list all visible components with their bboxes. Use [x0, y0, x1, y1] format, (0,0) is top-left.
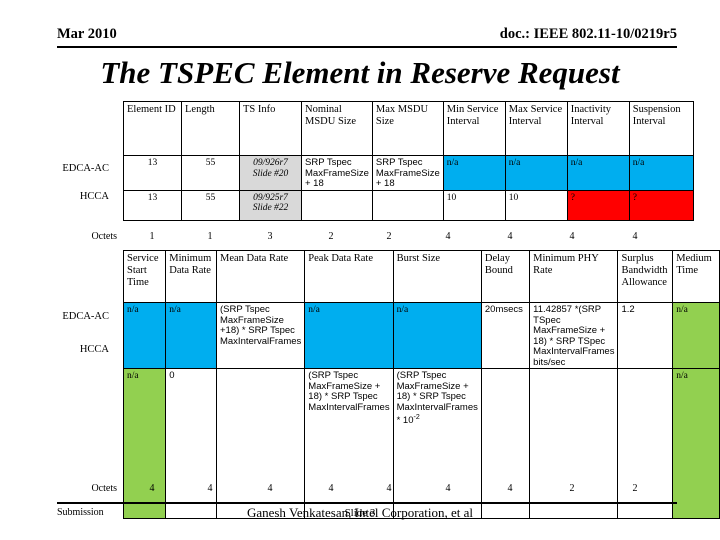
table-header-row: Service Start Time Minimum Data Rate Mean … — [122, 250, 720, 303]
octets-value: 1 — [207, 231, 213, 242]
octets-label: Octets — [91, 483, 117, 494]
table-row: 13 55 09/926r7 Slide #20 SRP Tspec MaxFrame… — [123, 155, 694, 191]
octets-value: 4 — [632, 231, 638, 242]
octets-value: 4 — [569, 231, 575, 242]
octets-label: Octets — [91, 231, 117, 242]
table-cell: 0 — [165, 368, 217, 519]
header-doc-id: doc.: IEEE 802.11-10/0219r5 — [499, 26, 677, 42]
column-header: Nominal MSDU Size — [301, 101, 373, 156]
table-cell: n/a — [566, 155, 630, 191]
table-header-row: Element ID Length TS Info Nominal MSDU Size… — [123, 101, 694, 156]
footer-author: Ganesh Venkatesan, Intel Corporation, et… — [246, 505, 474, 520]
column-header: Length — [181, 101, 240, 156]
octets-value: 4 — [267, 483, 273, 494]
table-cell — [617, 368, 674, 519]
table-cell — [480, 368, 531, 519]
table-cell: ? — [628, 189, 694, 221]
column-header: Surplus Bandwidth Allowance — [617, 250, 674, 303]
column-header: TS Info — [239, 101, 302, 156]
table-cell: n/a — [304, 302, 394, 369]
column-header: Burst Size — [392, 250, 482, 303]
table-row: n/a n/a (SRP Tspec MaxFrameSize +18) * SRP… — [122, 302, 720, 369]
octets-value: 4 — [149, 483, 155, 494]
table-cell: 10 — [442, 189, 506, 221]
tspec-table-part2-container: Service Start Time Minimum Data Rate Mean … — [122, 250, 720, 519]
column-header: Element ID — [123, 101, 182, 156]
table-cell — [529, 368, 619, 519]
table-cell: 09/925r7 Slide #22 — [239, 189, 302, 221]
row-label-edca-ac-2: EDCA-AC — [62, 311, 109, 322]
tspec-table-part1: Element ID Length TS Info Nominal MSDU Size… — [123, 101, 694, 221]
tspec-table-part1-container: Element ID Length TS Info Nominal MSDU Size… — [123, 101, 694, 221]
octets-value: 4 — [507, 483, 513, 494]
octets-value: 4 — [445, 231, 451, 242]
table-cell: n/a — [392, 302, 482, 369]
table-cell — [215, 368, 306, 519]
table-cell: n/a — [672, 368, 720, 519]
table-cell: ? — [566, 189, 630, 221]
column-header: Mean Data Rate — [215, 250, 306, 303]
table-cell: (SRP Tspec MaxFrameSize +18) * SRP Tspec… — [215, 302, 306, 369]
table-cell: (SRP Tspec MaxFrameSize + 18) * SRP Tspe… — [304, 368, 394, 519]
column-header: Minimum Data Rate — [165, 250, 217, 303]
table-cell: 20msecs — [480, 302, 531, 369]
exponent: -2 — [413, 414, 420, 421]
column-header: Inactivity Interval — [566, 101, 630, 156]
column-header: Min Service Interval — [442, 101, 506, 156]
table-cell: n/a — [165, 302, 217, 369]
table-cell: SRP Tspec MaxFrameSize + 18 — [371, 155, 444, 191]
octets-row-part1: Octets 1 1 3 2 2 4 4 4 4 — [23, 231, 667, 242]
slide: Mar 2010 doc.: IEEE 802.11-10/0219r5 The… — [0, 0, 720, 540]
row-label-edca-ac-1: EDCA-AC — [62, 163, 109, 174]
column-header: Delay Bound — [480, 250, 531, 303]
table-cell: 11.42857 *(SRP TSpec MaxFrameSize + 18) … — [529, 302, 619, 369]
table-cell — [371, 189, 444, 221]
table-cell: n/a — [122, 302, 167, 369]
table-cell: 55 — [181, 189, 240, 221]
table-cell: n/a — [122, 368, 167, 519]
table-row: n/a 0 (SRP Tspec MaxFrameSize + 18) * SRP … — [122, 368, 720, 519]
row-label-hcca-2: HCCA — [79, 344, 109, 355]
octets-value: 4 — [445, 483, 451, 494]
octets-value: 2 — [386, 231, 392, 242]
table-cell: 13 — [123, 155, 182, 191]
table-cell: 10 — [504, 189, 568, 221]
octets-value: 2 — [569, 483, 575, 494]
octets-row-part2: Octets 4 4 4 4 4 4 4 2 2 — [23, 483, 667, 494]
column-header: Max MSDU Size — [371, 101, 444, 156]
header-divider — [57, 46, 677, 48]
octets-value: 4 — [507, 231, 513, 242]
column-header: Peak Data Rate — [304, 250, 394, 303]
table-cell: 09/926r7 Slide #20 — [239, 155, 302, 191]
column-header: Medium Time — [672, 250, 720, 303]
page-title: The TSPEC Element in Reserve Request — [100, 55, 620, 90]
octets-value: 4 — [386, 483, 392, 494]
table-cell: n/a — [628, 155, 694, 191]
table-row: 13 55 09/925r7 Slide #22 10 10?? — [123, 189, 694, 221]
table-cell: 1.2 — [617, 302, 674, 369]
tspec-table-part2: Service Start Time Minimum Data Rate Mean … — [122, 250, 720, 519]
header-date: Mar 2010 — [57, 26, 117, 42]
slide-header: Mar 2010 doc.: IEEE 802.11-10/0219r5 — [57, 26, 677, 43]
octets-value: 2 — [632, 483, 638, 494]
table-cell: 13 — [123, 189, 182, 221]
table-cell: n/a — [672, 302, 720, 369]
table-cell: SRP Tspec MaxFrameSize + 18 — [301, 155, 373, 191]
octets-value: 4 — [328, 483, 334, 494]
row-label-hcca-1: HCCA — [79, 191, 109, 202]
octets-value: 1 — [149, 231, 155, 242]
table-cell: 55 — [181, 155, 240, 191]
column-header: Max Service Interval — [504, 101, 568, 156]
column-header: Service Start Time — [122, 250, 167, 303]
column-header: Suspension Interval — [628, 101, 694, 156]
octets-value: 4 — [207, 483, 213, 494]
octets-value: 2 — [328, 231, 334, 242]
table-cell: (SRP Tspec MaxFrameSize + 18) * SRP Tspe… — [392, 368, 482, 519]
column-header: Minimum PHY Rate — [529, 250, 619, 303]
table-cell: n/a — [504, 155, 568, 191]
footer-divider — [57, 502, 677, 504]
table-cell — [301, 189, 373, 221]
table-cell: n/a — [442, 155, 506, 191]
octets-value: 3 — [267, 231, 273, 242]
